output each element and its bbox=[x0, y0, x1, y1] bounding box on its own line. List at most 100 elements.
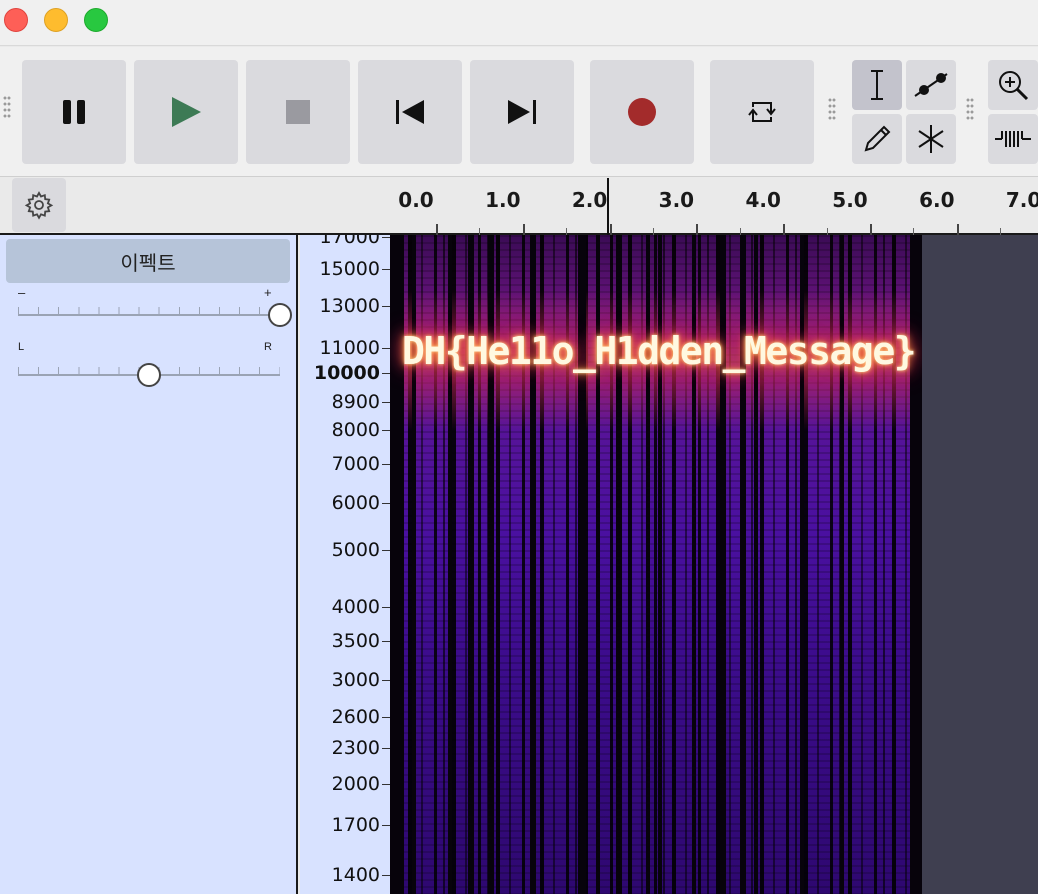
play-icon bbox=[172, 97, 201, 127]
multi-tool-button[interactable] bbox=[906, 114, 956, 164]
close-window-button[interactable] bbox=[4, 8, 28, 32]
frequency-label: 1700 bbox=[331, 814, 380, 837]
timeline-tick bbox=[826, 228, 828, 235]
frequency-label: 10000 bbox=[313, 361, 380, 384]
track-control-panel: 이펙트 – + L R bbox=[0, 235, 298, 894]
frequency-tick bbox=[382, 503, 390, 505]
effects-button-label: 이펙트 bbox=[120, 252, 176, 275]
skip-to-start-icon bbox=[396, 100, 424, 124]
frequency-label: 5000 bbox=[331, 538, 380, 561]
spectrogram-view[interactable]: DH{He11o_H1dden_Message} bbox=[390, 235, 922, 894]
empty-track-region[interactable] bbox=[922, 235, 1038, 894]
frequency-label: 11000 bbox=[319, 337, 380, 360]
frequency-tick bbox=[382, 640, 390, 642]
title-bar bbox=[0, 0, 1038, 46]
gain-max-label: + bbox=[264, 285, 272, 300]
timeline-tick bbox=[436, 224, 438, 235]
gain-slider-ticks bbox=[18, 307, 280, 314]
zoom-in-icon bbox=[999, 71, 1029, 101]
draw-tool-button[interactable] bbox=[852, 114, 902, 164]
frequency-tick bbox=[382, 305, 390, 307]
frequency-tick bbox=[382, 748, 390, 750]
timeline-tick bbox=[913, 228, 915, 235]
minimize-window-button[interactable] bbox=[44, 8, 68, 32]
frequency-tick bbox=[382, 825, 390, 827]
frequency-tick bbox=[382, 372, 390, 374]
play-button[interactable] bbox=[134, 60, 238, 164]
skip-to-end-button[interactable] bbox=[470, 60, 574, 164]
gain-slider[interactable] bbox=[18, 314, 280, 316]
frequency-label: 15000 bbox=[319, 257, 380, 280]
timeline-tick bbox=[479, 228, 481, 235]
frequency-label: 2600 bbox=[331, 705, 380, 728]
timeline-tick bbox=[870, 224, 872, 235]
frequency-label: 1400 bbox=[331, 864, 380, 886]
timeline-label: 1.0 bbox=[485, 188, 521, 212]
frequency-tick bbox=[382, 429, 390, 431]
timeline-label: 0.0 bbox=[398, 188, 434, 212]
zoom-grip[interactable] bbox=[966, 97, 974, 121]
frequency-label: 7000 bbox=[331, 452, 380, 475]
track-settings-button[interactable] bbox=[12, 178, 66, 232]
timeline-label: 6.0 bbox=[919, 188, 955, 212]
loop-icon bbox=[748, 102, 776, 122]
timeline-tick bbox=[956, 224, 959, 235]
timeline-tick bbox=[739, 228, 741, 235]
timeline-tick bbox=[609, 224, 612, 235]
record-icon bbox=[628, 98, 656, 126]
timeline-label: 5.0 bbox=[832, 188, 868, 212]
pause-button[interactable] bbox=[22, 60, 126, 164]
frequency-label: 8000 bbox=[331, 418, 380, 441]
i-beam-icon bbox=[871, 70, 883, 100]
envelope-tool-button[interactable] bbox=[906, 60, 956, 110]
trim-audio-button[interactable] bbox=[988, 114, 1038, 164]
stop-button[interactable] bbox=[246, 60, 350, 164]
tools-grip[interactable] bbox=[828, 97, 836, 121]
timeline-tick bbox=[696, 224, 699, 235]
frequency-label: 8900 bbox=[331, 391, 380, 414]
spectrogram-hidden-message: DH{He11o_H1dden_Message} bbox=[402, 329, 917, 373]
skip-to-start-button[interactable] bbox=[358, 60, 462, 164]
frequency-label: 2300 bbox=[331, 737, 380, 760]
loop-button[interactable] bbox=[710, 60, 814, 164]
gain-min-label: – bbox=[18, 285, 26, 300]
timeline-tick bbox=[783, 224, 786, 235]
multi-tool-icon bbox=[918, 125, 944, 153]
toolbar bbox=[0, 47, 1038, 177]
pencil-icon bbox=[864, 125, 891, 152]
timeline-tick bbox=[522, 224, 525, 235]
frequency-tick bbox=[382, 783, 390, 785]
frequency-label: 6000 bbox=[331, 492, 380, 515]
timeline-tick bbox=[566, 228, 568, 235]
zoom-in-button[interactable] bbox=[988, 60, 1038, 110]
pause-icon bbox=[63, 100, 85, 124]
trim-audio-icon bbox=[995, 131, 1031, 147]
toolbar-grip[interactable] bbox=[3, 95, 11, 119]
record-button[interactable] bbox=[590, 60, 694, 164]
skip-to-end-icon bbox=[508, 100, 536, 124]
frequency-label: 17000 bbox=[319, 235, 380, 248]
gain-slider-thumb[interactable] bbox=[268, 303, 292, 327]
stop-icon bbox=[286, 100, 310, 124]
pan-left-label: L bbox=[18, 341, 25, 353]
frequency-label: 3000 bbox=[331, 669, 380, 692]
frequency-label: 4000 bbox=[331, 595, 380, 618]
frequency-tick bbox=[382, 716, 390, 718]
frequency-tick bbox=[382, 549, 390, 551]
selection-tool-button[interactable] bbox=[852, 60, 902, 110]
envelope-icon bbox=[914, 73, 948, 97]
pan-right-label: R bbox=[264, 341, 272, 353]
zoom-window-button[interactable] bbox=[84, 8, 108, 32]
timeline-tick bbox=[653, 228, 654, 235]
pan-slider-thumb[interactable] bbox=[137, 363, 161, 387]
frequency-label: 13000 bbox=[319, 294, 380, 317]
effects-button[interactable]: 이펙트 bbox=[6, 239, 290, 283]
frequency-tick bbox=[382, 875, 390, 876]
gear-icon bbox=[24, 191, 54, 220]
frequency-label: 2000 bbox=[331, 772, 380, 795]
frequency-tick bbox=[382, 606, 390, 608]
frequency-label: 3500 bbox=[331, 629, 380, 652]
frequency-tick bbox=[382, 463, 390, 465]
timeline-ruler[interactable]: 0.0 1.0 2.0 3.0 4.0 5.0 6.0 7.0 bbox=[0, 178, 1038, 235]
frequency-axis: 17000 15000 13000 11000 10000 8900 8000 7000 600… bbox=[300, 235, 390, 894]
